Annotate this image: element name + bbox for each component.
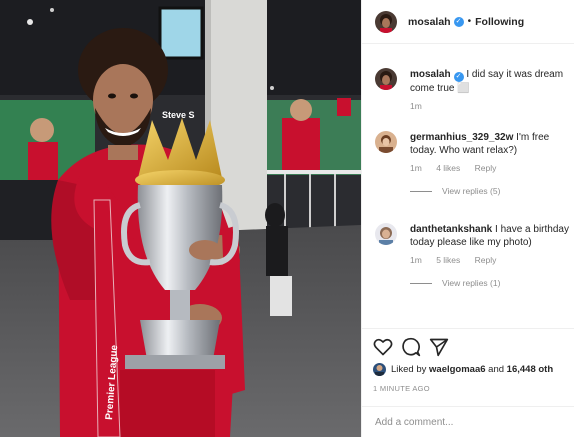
post-timestamp[interactable]: 1 MINUTE AGO xyxy=(373,384,430,393)
liked-by-row[interactable]: Liked by waelgomaa6 and 16,448 oth xyxy=(373,363,553,376)
reply-button[interactable]: Reply xyxy=(475,255,497,265)
view-replies-line xyxy=(410,282,432,284)
comment-text-block: germanhius_329_32w I'm free today. Who w… xyxy=(410,131,571,157)
liked-by-prefix: Liked by xyxy=(391,364,427,375)
liker-avatar xyxy=(373,363,386,376)
comment-item: germanhius_329_32w I'm free today. Who w… xyxy=(375,131,571,196)
likes-count[interactable]: 16,448 oth xyxy=(507,364,553,375)
comment-icon[interactable] xyxy=(401,337,421,357)
comment-time[interactable]: 1m xyxy=(410,255,422,265)
commenter-avatar[interactable] xyxy=(375,223,397,245)
author-username[interactable]: mosalah xyxy=(408,16,451,28)
comments-list[interactable]: mosalah ✓ I did say it was dream come tru… xyxy=(362,58,574,328)
comment-meta: 1m 4 likes Reply xyxy=(410,163,571,173)
comment-item: danthetankshank I have a birthday today … xyxy=(375,223,571,288)
add-comment-bar xyxy=(362,406,574,437)
commenter-avatar-image xyxy=(375,223,397,245)
view-replies-line xyxy=(410,190,432,192)
header-separator: • xyxy=(467,16,472,27)
view-replies-label: View replies (1) xyxy=(442,278,501,288)
comment-username[interactable]: danthetankshank xyxy=(410,224,492,235)
verified-badge-icon: ✓ xyxy=(453,72,464,82)
following-button[interactable]: Following xyxy=(475,16,524,28)
share-icon[interactable] xyxy=(429,337,449,357)
reply-button[interactable]: Reply xyxy=(475,163,497,173)
heart-icon[interactable] xyxy=(373,337,393,357)
caption-meta: 1m xyxy=(410,101,571,111)
comment-time[interactable]: 1m xyxy=(410,163,422,173)
liker-username[interactable]: waelgomaa6 xyxy=(429,364,486,375)
caption: mosalah ✓ I did say it was dream come tru… xyxy=(375,68,571,111)
comment-meta: 1m 5 likes Reply xyxy=(410,255,571,265)
liker-avatar-image xyxy=(373,363,386,376)
comment-text-block: danthetankshank I have a birthday today … xyxy=(410,223,571,249)
caption-text-block: mosalah ✓ I did say it was dream come tru… xyxy=(410,68,571,95)
author-avatar-image xyxy=(375,10,397,33)
caption-avatar-image xyxy=(375,68,397,90)
caption-avatar[interactable] xyxy=(375,68,397,90)
post-side-panel: mosalah ✓ • Following mosalah ✓ I did say… xyxy=(361,0,574,437)
post-photo[interactable]: Steve S Premier League xyxy=(0,0,361,437)
view-replies-button[interactable]: View replies (5) xyxy=(410,186,571,196)
view-replies-button[interactable]: View replies (1) xyxy=(410,278,571,288)
author-avatar[interactable] xyxy=(375,10,397,33)
caption-username[interactable]: mosalah xyxy=(410,69,451,80)
comment-input[interactable] xyxy=(375,416,565,428)
post-actions: Liked by waelgomaa6 and 16,448 oth 1 MIN… xyxy=(362,328,574,398)
action-icons xyxy=(373,337,457,357)
verified-badge-icon: ✓ xyxy=(453,16,464,27)
post-header: mosalah ✓ • Following xyxy=(362,0,574,44)
liked-by-conjunction: and xyxy=(488,364,505,375)
wall-name-text: Steve S xyxy=(162,110,195,120)
view-replies-label: View replies (5) xyxy=(442,186,501,196)
caption-time[interactable]: 1m xyxy=(410,101,422,111)
commenter-avatar-image xyxy=(375,131,397,153)
comment-likes[interactable]: 5 likes xyxy=(436,255,460,265)
salah-trophy-photo: Steve S Premier League xyxy=(0,0,361,437)
commenter-avatar[interactable] xyxy=(375,131,397,153)
comment-username[interactable]: germanhius_329_32w xyxy=(410,132,513,143)
comment-likes[interactable]: 4 likes xyxy=(436,163,460,173)
